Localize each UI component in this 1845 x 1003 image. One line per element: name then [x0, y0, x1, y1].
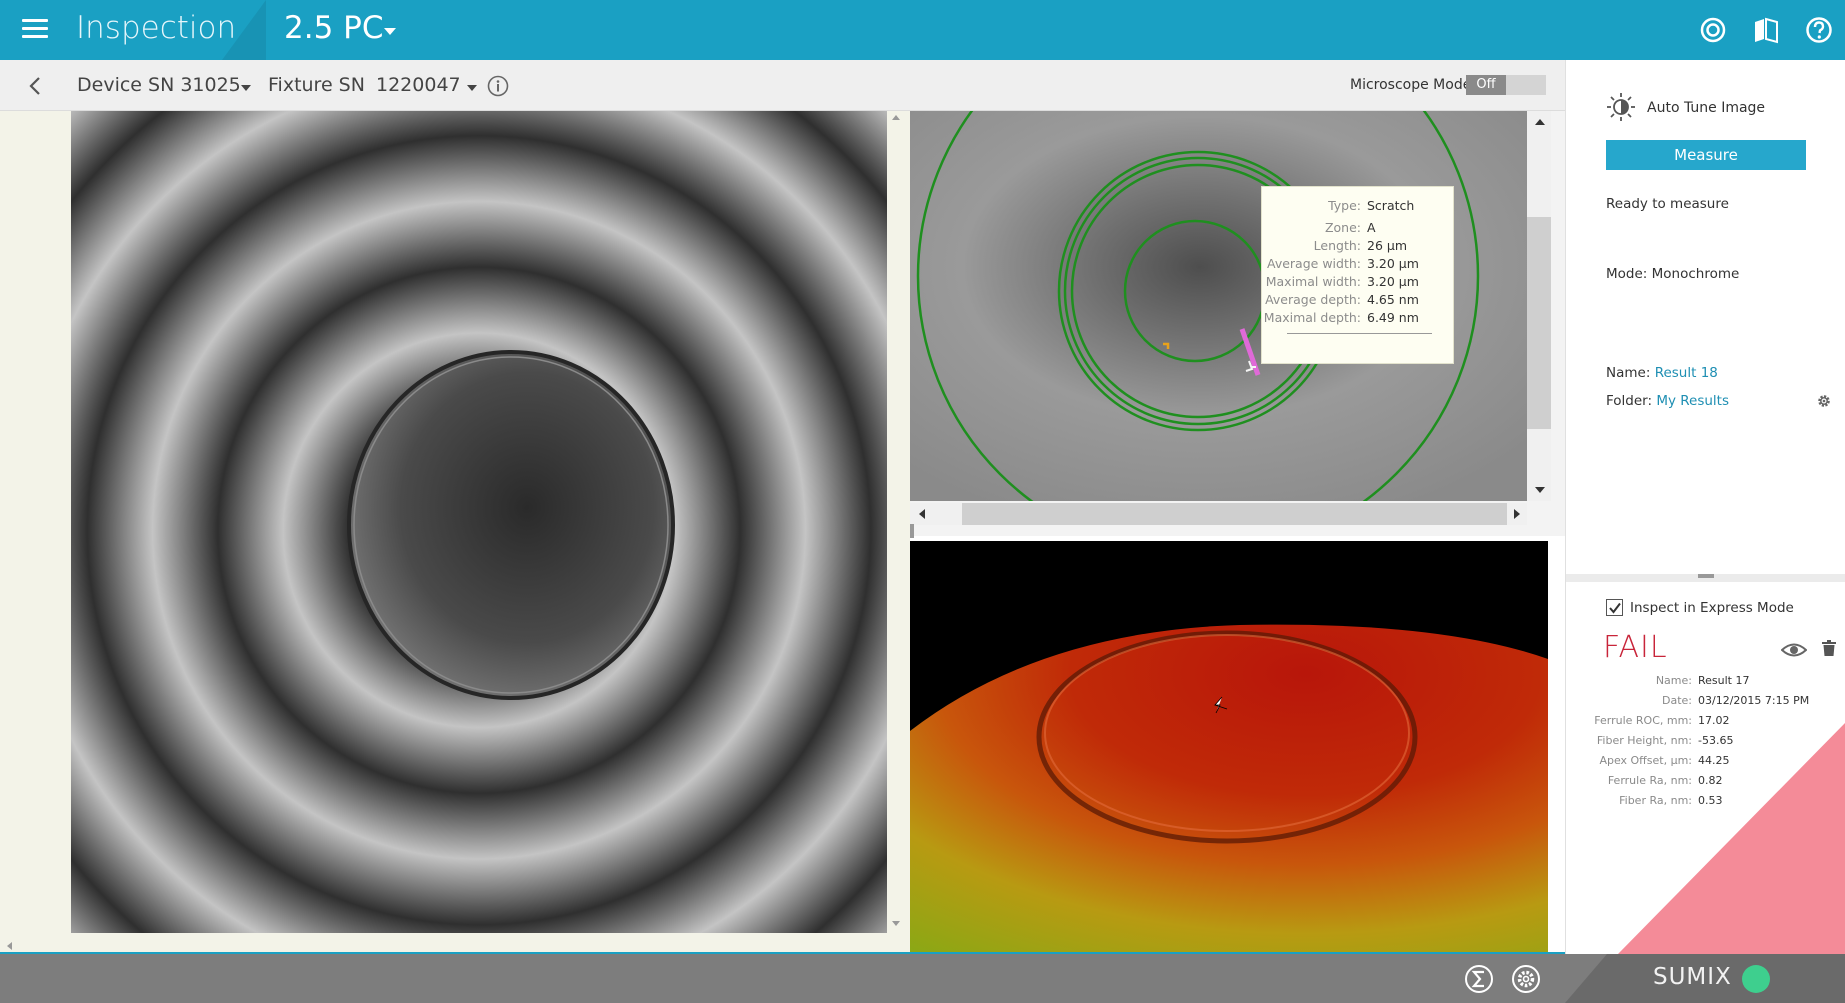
tooltip-value: 6.49 nm [1367, 310, 1419, 325]
toggle-state: Off [1466, 75, 1506, 95]
tooltip-key: Average depth: [1265, 292, 1361, 307]
top-bar: Inspection 2.5 PC [0, 0, 1845, 60]
surface-3d-image[interactable] [910, 541, 1548, 954]
app-title: Inspection [76, 10, 237, 46]
help-icon[interactable] [1805, 16, 1833, 44]
result-key: Name: [1655, 674, 1692, 687]
fixture-serial: 1220047 [376, 74, 461, 96]
gear-icon[interactable] [1816, 393, 1832, 409]
tooltip-value: A [1367, 220, 1376, 235]
scroll-down-arrow-icon[interactable] [892, 921, 900, 926]
measure-button[interactable]: Measure [1606, 140, 1806, 170]
tooltip-key: Average width: [1267, 256, 1361, 271]
title-separator [222, 0, 266, 60]
tooltip-divider [1287, 333, 1432, 334]
pane-splitter-handle[interactable] [910, 524, 914, 538]
interferogram-panel [0, 111, 910, 954]
microscope-mode-label: Microscope Mode [1350, 77, 1472, 93]
result-name-label: Name: [1606, 365, 1651, 381]
chevron-down-icon[interactable] [384, 28, 396, 35]
tooltip-row: Type: Scratch [1262, 197, 1443, 215]
scroll-left-arrow-icon[interactable] [7, 942, 12, 950]
fail-indicator-corner [1618, 723, 1845, 954]
fixture-label: Fixture SN [268, 74, 365, 96]
tooltip-row: Maximal depth: 6.49 nm [1262, 309, 1443, 327]
tooltip-value: 3.20 µm [1367, 274, 1419, 289]
result-key: Date: [1662, 694, 1692, 707]
express-mode-label: Inspect in Express Mode [1630, 600, 1794, 616]
result-folder-row: Folder: My Results [1606, 393, 1729, 409]
scroll-down-arrow-icon[interactable] [1535, 487, 1545, 493]
measurement-sidebar: Auto Tune Image Measure Ready to measure… [1565, 60, 1845, 954]
tooltip-key: Maximal depth: [1263, 310, 1361, 325]
tooltip-key: Type: [1328, 198, 1361, 213]
device-serial: Device SN 31025 [77, 74, 241, 96]
left-vertical-scrollbar[interactable] [889, 111, 903, 933]
bottom-bar: SUMIX [0, 954, 1845, 1003]
hamburger-menu-icon[interactable] [22, 19, 48, 41]
trash-icon[interactable] [1822, 640, 1836, 656]
brand-slant [1565, 954, 1607, 1003]
vertical-scroll-thumb[interactable] [1527, 217, 1551, 429]
microscope-panel [910, 111, 1565, 538]
tooltip-key: Maximal width: [1265, 274, 1361, 289]
brand-logo-text: SUMIX [1653, 964, 1732, 990]
result-row: Date: 03/12/2015 7:15 PM [1566, 691, 1845, 711]
brand-area: SUMIX [1565, 954, 1845, 1003]
tooltip-row: Length: 26 µm [1262, 237, 1443, 255]
device-toolbar: Device SN 31025 Fixture SN 1220047 Micro… [0, 60, 1565, 111]
sigma-icon[interactable] [1464, 964, 1494, 994]
verdict-label: FAIL [1603, 630, 1668, 665]
back-arrow-icon[interactable] [26, 76, 46, 96]
fixture-dropdown-chevron-icon[interactable] [467, 85, 477, 91]
tooltip-key: Length: [1313, 238, 1361, 253]
scroll-left-arrow-icon[interactable] [919, 509, 925, 519]
checkmark-icon [1609, 602, 1621, 614]
sidebar-resize-grip[interactable] [1698, 574, 1714, 578]
result-folder-label: Folder: [1606, 393, 1653, 409]
scroll-up-arrow-icon[interactable] [1535, 119, 1545, 125]
result-folder-link[interactable]: My Results [1656, 393, 1729, 409]
connector-type-dropdown[interactable]: 2.5 PC [284, 10, 384, 46]
book-icon[interactable] [1752, 16, 1780, 44]
scroll-right-arrow-icon[interactable] [1514, 509, 1520, 519]
result-value: 03/12/2015 7:15 PM [1698, 694, 1810, 707]
scroll-up-arrow-icon[interactable] [892, 115, 900, 120]
tooltip-row: Average width: 3.20 µm [1262, 255, 1443, 273]
settings-icon[interactable] [1511, 964, 1541, 994]
defect-tooltip: Type: Scratch Zone: A Length: 26 µm Average… [1261, 186, 1454, 364]
result-name-link[interactable]: Result 18 [1655, 365, 1718, 381]
eye-icon[interactable] [1781, 642, 1807, 658]
auto-tune-button[interactable]: Auto Tune Image [1606, 92, 1826, 122]
measure-status: Ready to measure [1606, 196, 1729, 212]
result-value: Result 17 [1698, 674, 1750, 687]
tooltip-row: Average depth: 4.65 nm [1262, 291, 1443, 309]
tooltip-row: Maximal width: 3.20 µm [1262, 273, 1443, 291]
surface-3d-panel [910, 541, 1548, 954]
brand-logo-icon [1742, 965, 1770, 993]
tooltip-row: Zone: A [1262, 219, 1443, 237]
info-icon[interactable] [487, 75, 509, 97]
result-name-row: Name: Result 18 [1606, 365, 1718, 381]
image-mode: Mode: Monochrome [1606, 266, 1740, 282]
tooltip-key: Zone: [1324, 220, 1361, 235]
microscope-mode-toggle[interactable]: Off [1466, 75, 1546, 95]
tooltip-value: 4.65 nm [1367, 292, 1419, 307]
target-icon[interactable] [1699, 16, 1727, 44]
tooltip-value: Scratch [1367, 198, 1415, 213]
tooltip-value: 26 µm [1367, 238, 1408, 253]
device-dropdown-chevron-icon[interactable] [241, 85, 251, 91]
tooltip-value: 3.20 µm [1367, 256, 1419, 271]
horizontal-scroll-thumb[interactable] [962, 503, 1507, 525]
auto-tune-label: Auto Tune Image [1647, 100, 1766, 116]
checkbox[interactable] [1606, 599, 1623, 616]
result-row: Name: Result 17 [1566, 671, 1845, 691]
brightness-icon [1607, 93, 1635, 121]
interferogram-image[interactable] [71, 111, 887, 933]
